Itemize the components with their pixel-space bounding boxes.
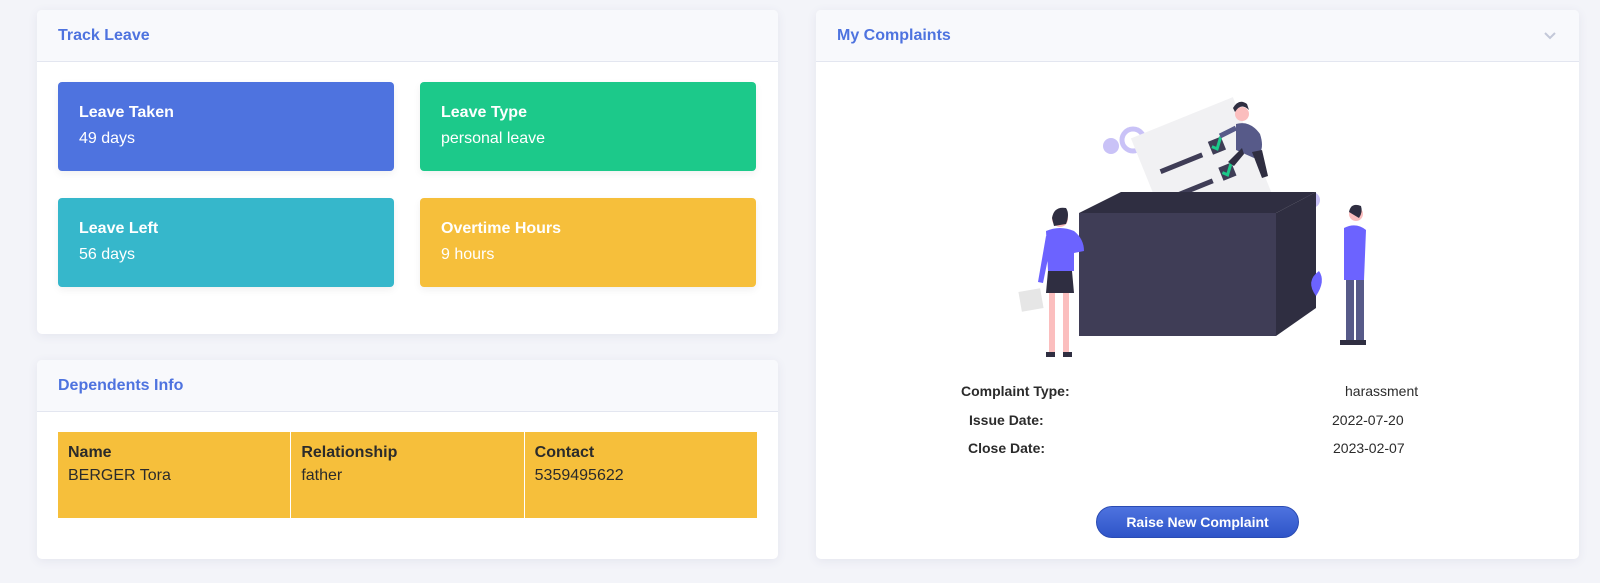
close-date-value: 2023-02-07 (1333, 440, 1405, 456)
leave-type-tile: Leave Type personal leave (420, 82, 756, 171)
dependents-table: Name BERGER Tora Relationship father Con… (58, 432, 757, 518)
dependents-column-relationship: Relationship father (291, 432, 525, 518)
column-header: Contact (534, 444, 595, 461)
tile-label: Leave Left (79, 220, 159, 237)
raise-new-complaint-button[interactable]: Raise New Complaint (1096, 506, 1299, 538)
dependents-title: Dependents Info (58, 376, 184, 394)
tile-value: 49 days (79, 130, 136, 147)
leave-taken-tile: Leave Taken 49 days (58, 82, 394, 171)
track-leave-header: Track Leave (37, 10, 778, 62)
woman-person (1018, 207, 1084, 357)
complaint-type-value: harassment (1345, 383, 1419, 399)
close-date-label: Close Date: (968, 440, 1046, 456)
tile-value: 56 days (79, 246, 136, 263)
track-leave-title: Track Leave (58, 26, 150, 44)
leave-left-tile: Leave Left 56 days (58, 198, 394, 287)
complaints-header: My Complaints (816, 10, 1579, 62)
box-top (1079, 192, 1316, 213)
dependents-header: Dependents Info (37, 360, 778, 412)
overtime-hours-tile: Overtime Hours 9 hours (420, 198, 756, 287)
standing-person (1340, 204, 1366, 345)
issue-date-label: Issue Date: (969, 412, 1044, 428)
column-value: 5359495622 (534, 467, 624, 484)
column-header: Relationship (301, 444, 398, 461)
box-front (1079, 213, 1276, 336)
box-side (1276, 192, 1316, 336)
tile-label: Leave Taken (79, 104, 174, 121)
ballot-box-illustration (1018, 97, 1366, 357)
tile-label: Leave Type (441, 104, 527, 121)
tile-value: 9 hours (441, 246, 495, 263)
column-value: BERGER Tora (68, 467, 171, 484)
column-header: Name (68, 444, 112, 461)
complaints-card: My Complaints Complaint Type: harassment… (816, 10, 1579, 559)
complaint-type-label: Complaint Type: (961, 383, 1070, 399)
column-value: father (301, 467, 343, 484)
tile-value: personal leave (441, 130, 546, 147)
chevron-down-icon[interactable] (1542, 28, 1558, 44)
issue-date-value: 2022-07-20 (1332, 412, 1404, 428)
dependents-column-contact: Contact 5359495622 (525, 432, 757, 518)
decor-circle (1103, 138, 1119, 154)
complaints-title: My Complaints (837, 26, 951, 44)
track-leave-card: Track Leave Leave Taken 49 days Leave Ty… (37, 10, 778, 334)
tile-label: Overtime Hours (441, 220, 562, 237)
dependents-card: Dependents Info Name BERGER Tora Relatio… (37, 360, 778, 559)
dependents-column-name: Name BERGER Tora (58, 432, 292, 518)
